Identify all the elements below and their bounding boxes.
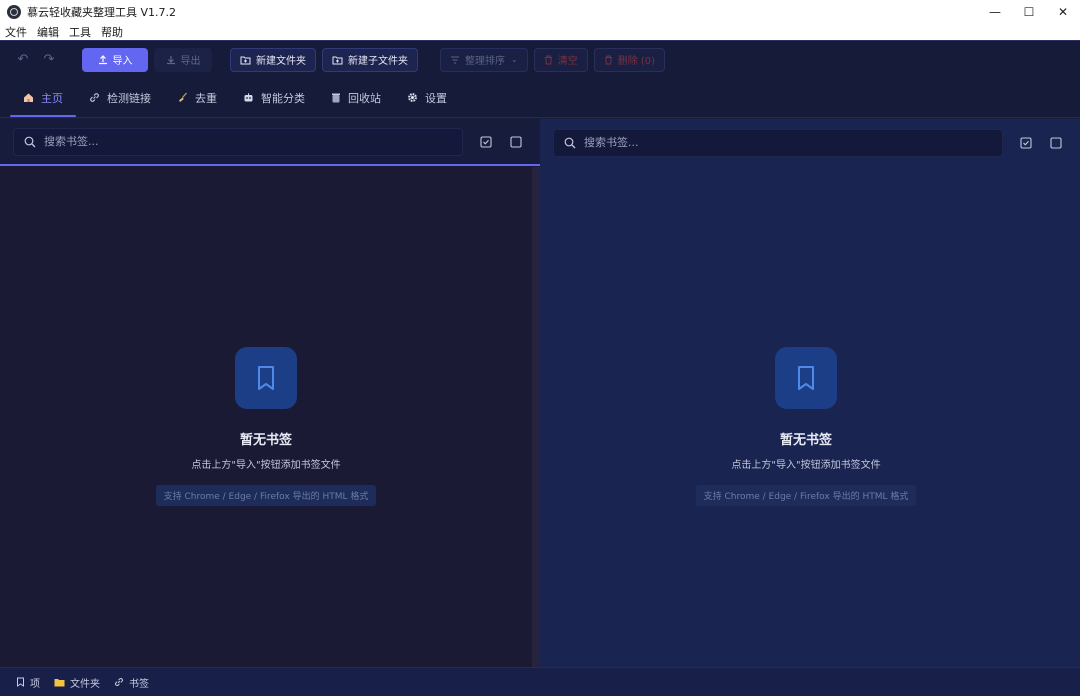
- trash-icon: [332, 93, 340, 103]
- trash-icon: [604, 55, 612, 64]
- link-icon: [90, 93, 99, 102]
- bookmark-icon: [235, 347, 297, 409]
- bookmark-icon: [17, 677, 24, 687]
- new-folder-label: 新建文件夹: [256, 56, 306, 67]
- sort-dropdown[interactable]: 整理排序 ⌄: [440, 47, 528, 72]
- redo-icon: ↷: [43, 52, 55, 67]
- toolbar: ↶ ↷ 导入 导出 新建文件夹 新建子文件夹 整理排序 ⌄ 清空 删除 (0): [0, 40, 1080, 78]
- delete-button[interactable]: 删除 (0): [593, 47, 666, 72]
- empty-subtitle: 点击上方"导入"按钮添加书签文件: [731, 460, 881, 471]
- export-button[interactable]: 导出: [154, 47, 212, 72]
- tab-label: 回收站: [348, 91, 381, 105]
- new-folder-button[interactable]: 新建文件夹: [230, 47, 316, 72]
- delete-label: 删除 (0): [617, 56, 656, 67]
- empty-state: 暂无书签 点击上方"导入"按钮添加书签文件 支持 Chrome / Edge /…: [540, 347, 1072, 506]
- tab-check-links[interactable]: 检测链接: [76, 78, 164, 118]
- redo-button[interactable]: ↷: [38, 49, 60, 71]
- folder-plus-icon: [240, 56, 251, 64]
- status-bar: 项 文件夹 书签: [0, 667, 1080, 696]
- gear-icon: [408, 93, 417, 102]
- tab-label: 检测链接: [107, 91, 151, 105]
- search-input[interactable]: [44, 135, 424, 148]
- menu-bar: 文件 编辑 工具 帮助: [0, 24, 1080, 40]
- status-bookmarks-label: 书签: [129, 678, 149, 690]
- minimize-button[interactable]: —: [978, 0, 1012, 24]
- maximize-button[interactable]: ☐: [1012, 0, 1046, 24]
- bookmark-icon: [775, 347, 837, 409]
- status-bookmarks: 书签: [114, 675, 149, 690]
- clear-button[interactable]: 清空: [533, 47, 588, 72]
- status-items: 项: [16, 675, 40, 690]
- search-box[interactable]: [553, 128, 1003, 157]
- title-bar: 慕云轻收藏夹整理工具 V1.7.2 — ☐ ✕: [0, 0, 1080, 24]
- home-icon: [24, 93, 33, 102]
- folder-plus-icon: [332, 56, 343, 64]
- tab-smart-categorize[interactable]: 智能分类: [230, 78, 318, 118]
- search-input[interactable]: [584, 136, 964, 149]
- robot-icon: [244, 93, 253, 102]
- search-icon: [564, 137, 576, 148]
- right-bookmark-panel: 暂无书签 点击上方"导入"按钮添加书签文件 支持 Chrome / Edge /…: [540, 119, 1080, 667]
- deselect-all-button[interactable]: [1049, 136, 1063, 150]
- select-all-button[interactable]: [1019, 136, 1033, 150]
- tab-settings[interactable]: 设置: [394, 78, 460, 118]
- status-items-label: 项: [30, 678, 40, 690]
- empty-title: 暂无书签: [779, 433, 832, 448]
- window-title: 慕云轻收藏夹整理工具 V1.7.2: [27, 6, 177, 19]
- new-subfolder-label: 新建子文件夹: [348, 56, 408, 67]
- left-bookmark-panel: 暂无书签 点击上方"导入"按钮添加书签文件 支持 Chrome / Edge /…: [0, 119, 540, 667]
- tab-label: 主页: [41, 91, 63, 105]
- search-row: [0, 119, 540, 166]
- broom-icon: [179, 92, 187, 102]
- close-button[interactable]: ✕: [1046, 0, 1080, 24]
- tab-dedupe[interactable]: 去重: [164, 78, 230, 118]
- upload-icon: [98, 54, 107, 64]
- download-icon: [166, 55, 175, 64]
- checkbox-checked-icon: [480, 135, 492, 148]
- empty-state: 暂无书签 点击上方"导入"按钮添加书签文件 支持 Chrome / Edge /…: [0, 347, 532, 506]
- checkbox-checked-icon: [1020, 136, 1032, 149]
- panel-splitter[interactable]: [532, 167, 540, 667]
- status-folders: 文件夹: [54, 675, 100, 690]
- menu-tools[interactable]: 工具: [69, 24, 91, 40]
- search-row: [540, 119, 1080, 166]
- menu-edit[interactable]: 编辑: [37, 24, 59, 40]
- menu-file[interactable]: 文件: [5, 24, 27, 40]
- sort-icon: [451, 55, 459, 64]
- import-label: 导入: [112, 56, 133, 67]
- export-label: 导出: [180, 56, 201, 67]
- undo-icon: ↶: [17, 52, 29, 67]
- link-icon: [115, 678, 123, 686]
- tab-label: 智能分类: [261, 91, 305, 105]
- app-logo-icon: [7, 5, 21, 19]
- tab-label: 设置: [425, 91, 447, 105]
- status-folders-label: 文件夹: [70, 678, 100, 690]
- empty-subtitle: 点击上方"导入"按钮添加书签文件: [191, 460, 341, 471]
- select-all-button[interactable]: [479, 135, 493, 149]
- checkbox-empty-icon: [510, 135, 522, 148]
- main-tabs: 主页 检测链接 去重 智能分类 回收站 设置: [0, 78, 1080, 118]
- empty-title: 暂无书签: [239, 433, 292, 448]
- format-hint: 支持 Chrome / Edge / Firefox 导出的 HTML 格式: [695, 485, 917, 506]
- format-hint: 支持 Chrome / Edge / Firefox 导出的 HTML 格式: [155, 485, 377, 506]
- menu-help[interactable]: 帮助: [101, 24, 123, 40]
- sort-label: 整理排序: [465, 56, 505, 67]
- trash-icon: [544, 55, 552, 64]
- undo-button[interactable]: ↶: [12, 49, 34, 71]
- checkbox-empty-icon: [1050, 136, 1062, 149]
- new-subfolder-button[interactable]: 新建子文件夹: [322, 47, 418, 72]
- deselect-all-button[interactable]: [509, 135, 523, 149]
- chevron-down-icon: ⌄: [511, 55, 518, 64]
- search-box[interactable]: [13, 127, 463, 156]
- import-button[interactable]: 导入: [82, 47, 148, 72]
- tab-recycle-bin[interactable]: 回收站: [318, 78, 394, 118]
- clear-label: 清空: [557, 56, 578, 67]
- tab-home[interactable]: 主页: [10, 78, 76, 118]
- folder-icon: [54, 678, 65, 686]
- window-controls: — ☐ ✕: [978, 0, 1080, 24]
- search-icon: [24, 136, 36, 147]
- tab-label: 去重: [195, 91, 217, 105]
